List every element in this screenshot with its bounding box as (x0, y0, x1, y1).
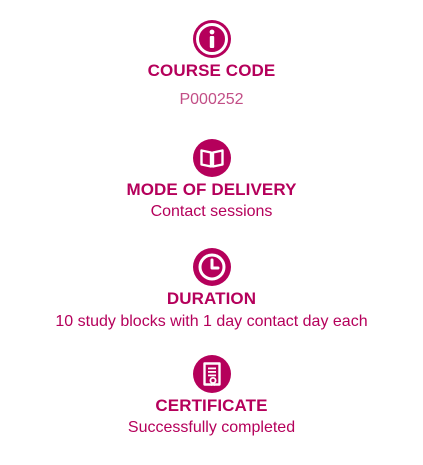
open-book-icon (192, 138, 232, 178)
course-code-value: P000252 (179, 91, 244, 108)
mode-of-delivery-heading: MODE OF DELIVERY (126, 180, 297, 199)
duration-heading: DURATION (166, 289, 257, 308)
certificate-icon (192, 354, 232, 394)
certificate-section: CERTIFICATE Successfully completed (0, 354, 423, 438)
course-code-section: COURSE CODE P000252 (0, 19, 423, 110)
duration-section: DURATION 10 study blocks with 1 day cont… (0, 247, 423, 332)
course-details-panel: COURSE CODE P000252 MODE OF DELIVERY Con… (0, 0, 423, 465)
info-circle-icon (192, 19, 232, 59)
mode-of-delivery-value: Contact sessions (150, 203, 273, 220)
duration-value: 10 study blocks with 1 day contact day e… (55, 313, 368, 330)
course-code-heading: COURSE CODE (147, 61, 276, 80)
certificate-heading: CERTIFICATE (155, 396, 268, 415)
mode-of-delivery-section: MODE OF DELIVERY Contact sessions (0, 138, 423, 222)
clock-icon (192, 247, 232, 287)
certificate-value: Successfully completed (127, 419, 296, 436)
